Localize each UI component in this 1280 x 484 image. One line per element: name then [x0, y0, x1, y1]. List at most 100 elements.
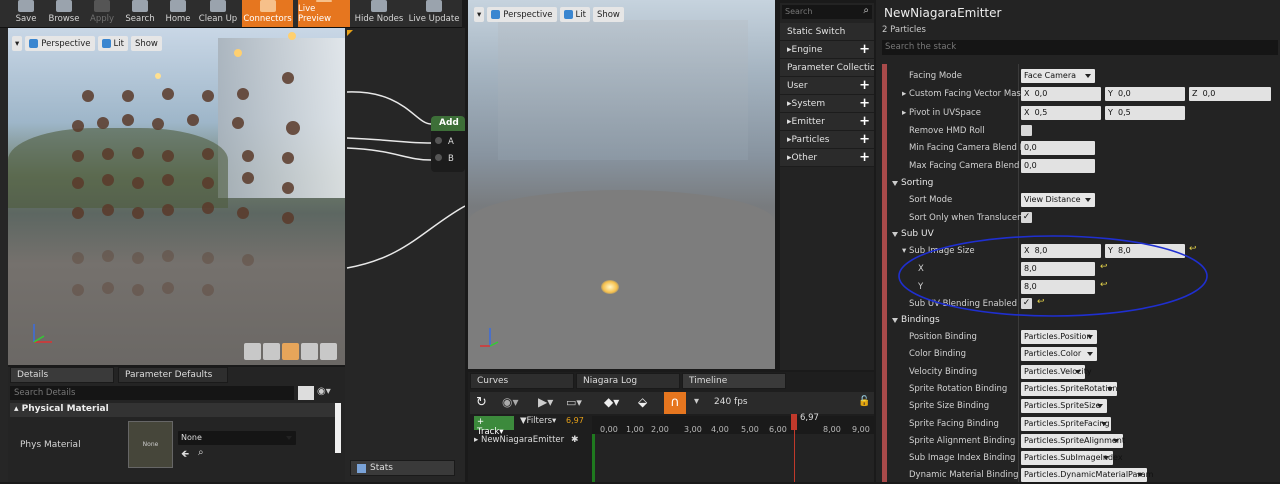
selection-icon[interactable]: ▭▾	[566, 396, 582, 409]
node-graph[interactable]: Add A B Stats	[345, 28, 465, 482]
palette-item-static-switch[interactable]: Static Switch	[780, 23, 874, 41]
perspective-button-right[interactable]: Perspective	[487, 7, 557, 22]
pin-b[interactable]: B	[435, 151, 465, 168]
search-button[interactable]: Search	[122, 0, 158, 27]
plus-icon[interactable]: +	[859, 96, 870, 111]
tab-details[interactable]: Details	[10, 367, 114, 383]
clean-up-button[interactable]: Clean Up	[197, 0, 239, 27]
use-arrow-icon[interactable]: 🡸	[181, 447, 189, 464]
pivot-y[interactable]: Y 0,5	[1105, 106, 1185, 120]
lit-button[interactable]: Lit	[97, 36, 128, 51]
binding-dropdown[interactable]: Particles.DynamicMaterialParam	[1021, 468, 1153, 483]
max-blend-input[interactable]: 0,0	[1021, 159, 1095, 173]
custom-facing-x[interactable]: X 0,0	[1021, 87, 1101, 101]
binding-label: Sprite Rotation Binding	[909, 383, 1008, 394]
playhead-handle[interactable]	[791, 414, 797, 430]
hide-nodes-button[interactable]: Hide Nodes	[354, 0, 404, 27]
lit-button-right[interactable]: Lit	[559, 7, 590, 22]
tab-curves[interactable]: Curves	[470, 373, 574, 389]
palette-item-user[interactable]: User +	[780, 77, 874, 95]
eye-icon[interactable]: ◉▾	[502, 395, 519, 409]
binding-dropdown[interactable]: Particles.SubImageIndex	[1021, 451, 1123, 466]
palette-item-particles[interactable]: ▸ Particles +	[780, 131, 874, 149]
pin-a[interactable]: A	[435, 134, 465, 151]
remove-hmd-checkbox[interactable]	[1021, 125, 1032, 136]
binding-dropdown[interactable]: Particles.SpriteAlignment	[1021, 433, 1125, 448]
play-icon[interactable]: ▶▾	[538, 395, 553, 409]
binding-dropdown[interactable]: Particles.Position	[1021, 330, 1097, 344]
sort-only-checkbox[interactable]: ✓	[1021, 212, 1032, 223]
loop-icon[interactable]: ↻	[476, 395, 487, 410]
tab-parameter-defaults[interactable]: Parameter Defaults	[118, 367, 228, 383]
details-scrollbar[interactable]	[335, 403, 341, 453]
view-mode-icon-4[interactable]	[301, 343, 318, 360]
live-preview-button[interactable]: Live Preview	[298, 0, 350, 27]
save-button[interactable]: Save	[7, 0, 45, 27]
connectors-button[interactable]: Connectors	[242, 0, 293, 27]
plus-icon[interactable]: +	[859, 132, 870, 147]
details-search-input[interactable]: Search Details	[10, 386, 294, 400]
eye-icon[interactable]: ◉▾	[317, 386, 339, 400]
plus-icon[interactable]: +	[859, 150, 870, 165]
viewport-options-button[interactable]: ▾	[12, 36, 23, 51]
add-node[interactable]: Add A B	[431, 116, 465, 172]
section-sorting[interactable]: Sorting	[890, 175, 1280, 192]
home-button[interactable]: Home	[160, 0, 196, 27]
perspective-button[interactable]: Perspective	[25, 36, 95, 51]
view-mode-icon-2[interactable]	[263, 343, 280, 360]
magnet-icon[interactable]: ∩	[664, 392, 686, 414]
fps-label[interactable]: 240 fps	[714, 397, 748, 407]
pivot-x[interactable]: X 0,5	[1021, 106, 1101, 120]
palette-item-parameter-collection[interactable]: Parameter Collection	[780, 59, 874, 77]
filters-button[interactable]: ▼Filters▾	[520, 416, 556, 426]
sort-mode-dropdown[interactable]: View Distance	[1021, 193, 1095, 207]
live-update-button[interactable]: Live Update	[408, 0, 460, 27]
binding-dropdown[interactable]: Particles.Color	[1021, 347, 1097, 362]
tab-stats[interactable]: Stats	[350, 460, 455, 476]
palette-item-other[interactable]: ▸ Other +	[780, 149, 874, 167]
palette-search-input[interactable]: Search ⌕	[782, 5, 872, 19]
emitter-toggle-icon[interactable]: ✱	[571, 435, 579, 445]
show-button-right[interactable]: Show	[592, 7, 624, 22]
binding-dropdown[interactable]: Particles.SpriteFacing	[1021, 416, 1111, 431]
right-viewport[interactable]: ▾ Perspective Lit Show	[468, 0, 775, 369]
stack-search-input[interactable]: Search the stack	[882, 40, 1278, 55]
material-thumbnail[interactable]: None	[128, 421, 173, 468]
view-mode-icon-3[interactable]	[282, 343, 299, 360]
binding-row: Sprite Rotation Binding Particles.SpriteR…	[902, 381, 1280, 398]
palette-item-system[interactable]: ▸ System +	[780, 95, 874, 113]
binding-dropdown[interactable]: Particles.Velocity	[1021, 364, 1092, 379]
snap-icon[interactable]: ⬙	[638, 395, 647, 409]
view-mode-icon-1[interactable]	[244, 343, 261, 360]
palette-item-emitter[interactable]: ▸ Emitter +	[780, 113, 874, 131]
plus-icon[interactable]: +	[859, 42, 870, 57]
current-time-field[interactable]: 6,97	[566, 416, 584, 425]
tab-niagara-log[interactable]: Niagara Log	[576, 373, 680, 389]
grid-view-icon[interactable]	[298, 386, 314, 400]
lock-icon[interactable]: 🔓	[858, 396, 870, 407]
show-button[interactable]: Show	[130, 36, 162, 51]
tab-timeline[interactable]: Timeline	[682, 373, 786, 389]
phys-material-dropdown[interactable]: None	[178, 431, 296, 445]
binding-dropdown[interactable]: Particles.SpriteRotation	[1021, 381, 1117, 396]
palette-item-engine[interactable]: ▸ Engine +	[780, 41, 874, 59]
track-row-emitter[interactable]: ▸ NewNiagaraEmitter	[474, 435, 564, 445]
browse-search-icon[interactable]: ⌕	[198, 447, 204, 458]
custom-facing-y[interactable]: Y 0,0	[1105, 87, 1185, 101]
min-blend-input[interactable]: 0,0	[1021, 141, 1095, 155]
section-bindings[interactable]: Bindings	[890, 312, 1280, 329]
add-track-button[interactable]: + Track▾	[474, 416, 514, 437]
browse-button[interactable]: Browse	[45, 0, 83, 27]
left-viewport[interactable]: ▾ Perspective Lit Show	[8, 28, 345, 365]
binding-dropdown[interactable]: Particles.SpriteSize	[1021, 399, 1107, 414]
viewport-options-button-right[interactable]: ▾	[474, 7, 485, 22]
plus-icon[interactable]: +	[859, 114, 870, 129]
facing-mode-dropdown[interactable]: Face Camera	[1021, 69, 1095, 83]
fps-dropdown-arrow[interactable]: ▾	[694, 396, 699, 407]
physical-material-section[interactable]: ▴ Physical Material	[10, 403, 335, 417]
view-mode-icon-5[interactable]	[320, 343, 337, 360]
custom-facing-z[interactable]: Z 0,0	[1189, 87, 1271, 101]
apply-button[interactable]: Apply	[84, 0, 120, 27]
plus-icon[interactable]: +	[859, 78, 870, 93]
key-icon[interactable]: ◆▾	[604, 395, 619, 409]
